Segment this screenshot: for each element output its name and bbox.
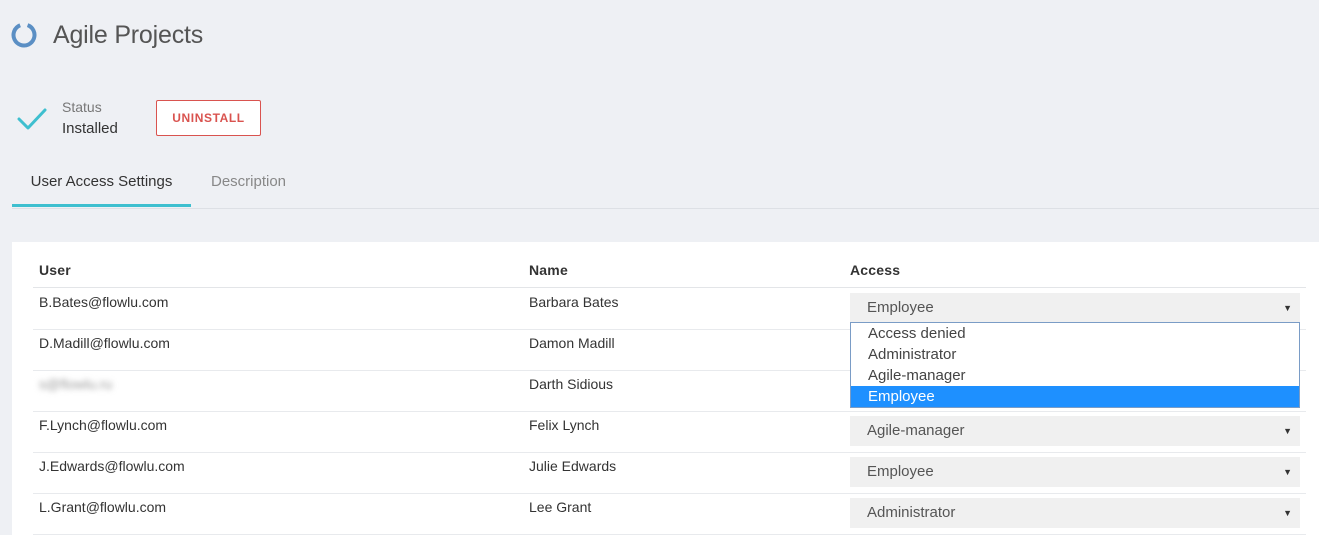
table-row: F.Lynch@flowlu.com Felix Lynch Agile-man… — [33, 411, 1306, 453]
status-section: Status Installed — [16, 98, 118, 138]
user-name: Damon Madill — [529, 335, 615, 351]
user-name: Felix Lynch — [529, 417, 600, 433]
access-select-value: Administrator — [867, 504, 956, 521]
user-email: J.Edwards@flowlu.com — [39, 458, 185, 474]
dropdown-option-agile-manager[interactable]: Agile-manager — [851, 365, 1299, 386]
status-label: Status — [62, 99, 102, 115]
user-name: Julie Edwards — [529, 458, 617, 474]
user-name: Barbara Bates — [529, 294, 619, 310]
user-name: Lee Grant — [529, 499, 592, 515]
tab-description[interactable]: Description — [191, 163, 306, 207]
user-email: D.Madill@flowlu.com — [39, 335, 170, 351]
column-header-user: User — [39, 262, 71, 278]
user-email: s@flowlu.ru — [39, 376, 113, 392]
table-row: J.Edwards@flowlu.com Julie Edwards Emplo… — [33, 452, 1306, 494]
access-select[interactable]: Employee ▼ — [850, 293, 1300, 323]
dropdown-option-access-denied[interactable]: Access denied — [851, 323, 1299, 344]
access-select-value: Employee — [867, 299, 934, 316]
user-email: L.Grant@flowlu.com — [39, 499, 167, 515]
checkmark-icon — [17, 108, 47, 130]
tab-user-access-settings[interactable]: User Access Settings — [12, 163, 191, 207]
access-select[interactable]: Employee ▼ — [850, 457, 1300, 487]
caret-down-icon: ▼ — [1283, 467, 1292, 477]
circle-loader-icon — [11, 22, 37, 48]
table-header: User Name Access — [33, 262, 1306, 288]
access-dropdown-list: Access denied Administrator Agile-manage… — [850, 322, 1300, 408]
column-header-name: Name — [529, 262, 568, 278]
table-row: L.Grant@flowlu.com Lee Grant Administrat… — [33, 493, 1306, 535]
caret-down-icon: ▼ — [1283, 303, 1292, 313]
page-title: Agile Projects — [53, 20, 204, 49]
access-select[interactable]: Administrator ▼ — [850, 498, 1300, 528]
user-email: B.Bates@flowlu.com — [39, 294, 169, 310]
user-name: Darth Sidious — [529, 376, 614, 392]
user-email: F.Lynch@flowlu.com — [39, 417, 168, 433]
access-select-value: Employee — [867, 463, 934, 480]
access-select-value: Agile-manager — [867, 422, 965, 439]
uninstall-button[interactable]: UNINSTALL — [156, 100, 261, 136]
dropdown-option-administrator[interactable]: Administrator — [851, 344, 1299, 365]
column-header-access: Access — [850, 262, 901, 278]
caret-down-icon: ▼ — [1283, 508, 1292, 518]
access-select[interactable]: Agile-manager ▼ — [850, 416, 1300, 446]
tab-bar: User Access Settings Description — [12, 163, 1319, 209]
caret-down-icon: ▼ — [1283, 426, 1292, 436]
app-header: Agile Projects — [11, 18, 203, 52]
status-value: Installed — [62, 120, 118, 137]
dropdown-option-employee[interactable]: Employee — [851, 386, 1299, 407]
